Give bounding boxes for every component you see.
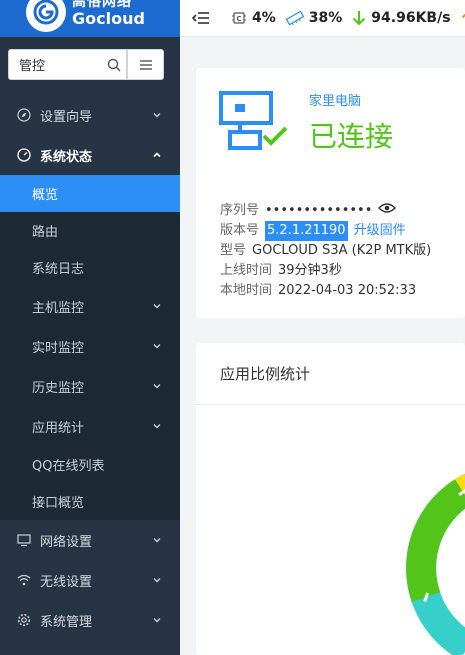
- sub-item-app-stats[interactable]: 应用统计: [0, 406, 180, 446]
- serial-label: 序列号: [220, 203, 260, 218]
- brand-name-en: Gocloud: [72, 8, 145, 28]
- nav-setup-wizard[interactable]: 设置向导: [0, 95, 180, 135]
- donut-segment-green[interactable]: [406, 479, 465, 602]
- version-row: 版本号 5.2.1.21190 升级固件: [220, 221, 431, 241]
- compass-icon: [16, 107, 32, 123]
- menu-search-input[interactable]: 管控: [8, 49, 128, 80]
- model-label: 型号: [220, 243, 247, 258]
- nav-system-management[interactable]: 系统管理: [0, 600, 180, 640]
- sub-item-label: 主机监控: [32, 300, 85, 316]
- arrow-down-icon: [353, 11, 366, 26]
- sub-item-label: 系统日志: [32, 262, 85, 277]
- nav-system-status[interactable]: 系统状态: [0, 135, 180, 175]
- upload-speed: [461, 10, 465, 26]
- app-stats-card: 应用比例统计: [196, 343, 465, 655]
- device-status-card: 家里电脑 已连接 序列号 •••••••••••••• 版本号 5.2.1.21…: [196, 68, 465, 318]
- chevron-down-icon: [153, 578, 161, 583]
- brand-name-cn: 高恪网络: [72, 0, 132, 10]
- serial-row: 序列号 ••••••••••••••: [220, 201, 431, 221]
- sub-item-label: 接口概览: [32, 496, 85, 511]
- chevron-down-icon: [153, 113, 161, 118]
- sub-item-system-log[interactable]: 系统日志: [0, 249, 180, 286]
- memory-value: 38%: [308, 10, 343, 26]
- cpu-value: 4%: [252, 10, 276, 26]
- sub-item-label: QQ在线列表: [32, 459, 105, 474]
- app-stats-title: 应用比例统计: [196, 343, 465, 405]
- memory-icon: [285, 11, 304, 25]
- nav-label: 无线设置: [40, 574, 93, 590]
- chevron-down-icon: [153, 538, 161, 543]
- sub-item-label: 实时监控: [32, 340, 85, 356]
- chevron-down-icon: [153, 304, 161, 309]
- download-speed: 94.96KB/s: [352, 10, 451, 26]
- sub-item-routing[interactable]: 路由: [0, 212, 180, 249]
- chevron-up-icon: [153, 152, 161, 158]
- search-icon[interactable]: [102, 58, 126, 72]
- sub-item-host-monitor[interactable]: 主机监控: [0, 286, 180, 326]
- menu-search-value: 管控: [19, 59, 46, 74]
- model-row: 型号 GOCLOUD S3A (K2P MTK版): [220, 241, 431, 261]
- sub-item-history-monitor[interactable]: 历史监控: [0, 366, 180, 406]
- chevron-down-icon: [153, 618, 161, 623]
- cpu-usage: C 4%: [231, 10, 276, 26]
- brand-header: 高恪网络 Gocloud: [0, 0, 180, 37]
- chevron-down-icon: [153, 384, 161, 389]
- nav-label: 系统管理: [40, 614, 93, 630]
- gocloud-logo-icon: [26, 0, 66, 32]
- sub-item-overview[interactable]: 概览: [0, 175, 180, 212]
- system-status-submenu: 概览 路由 系统日志 主机监控 实时监控 历史监控 应用统计 QQ在线列表 接口…: [0, 175, 180, 520]
- app-ratio-donut-chart: [406, 473, 465, 655]
- chevron-down-icon: [153, 344, 161, 349]
- sub-item-label: 路由: [32, 225, 59, 240]
- collapse-sidebar-icon[interactable]: [192, 11, 215, 25]
- gear-icon: [16, 612, 32, 628]
- nav-label: 设置向导: [40, 109, 93, 125]
- hamburger-icon: [139, 59, 152, 70]
- download-value: 94.96KB/s: [371, 10, 451, 26]
- sub-item-label: 历史监控: [32, 380, 85, 396]
- sub-item-label: 概览: [32, 188, 59, 203]
- svg-text:C: C: [236, 15, 241, 23]
- menu-toggle-button[interactable]: [127, 49, 164, 80]
- sidebar: 高恪网络 Gocloud 管控 设置向导 系统状态 概览 路由 系统日志 主机监…: [0, 0, 180, 655]
- cpu-icon: C: [232, 12, 246, 24]
- version-label: 版本号: [220, 223, 260, 238]
- uptime-value: 39分钟3秒: [278, 263, 342, 278]
- model-value: GOCLOUD S3A (K2P MTK版): [252, 243, 432, 258]
- sub-item-label: 应用统计: [32, 420, 85, 436]
- connection-status: 已连接: [309, 120, 394, 153]
- localtime-row: 本地时间 2022-04-03 20:52:33: [220, 281, 431, 301]
- dashboard-icon: [16, 147, 32, 163]
- device-name: 家里电脑: [309, 94, 362, 109]
- sub-item-realtime-monitor[interactable]: 实时监控: [0, 326, 180, 366]
- nav-label: 网络设置: [40, 534, 93, 550]
- device-info-list: 序列号 •••••••••••••• 版本号 5.2.1.21190 升级固件 …: [220, 201, 431, 301]
- monitor-icon: [16, 532, 32, 548]
- nav-label: 系统状态: [40, 149, 93, 165]
- uptime-label: 上线时间: [220, 263, 273, 278]
- serial-value: ••••••••••••••: [265, 203, 373, 218]
- localtime-value: 2022-04-03 20:52:33: [278, 283, 417, 298]
- version-value: 5.2.1.21190: [265, 221, 348, 241]
- sub-item-qq-online[interactable]: QQ在线列表: [0, 446, 180, 483]
- nav-network-settings[interactable]: 网络设置: [0, 520, 180, 560]
- upgrade-firmware-link[interactable]: 升级固件: [354, 221, 406, 241]
- eye-icon[interactable]: [378, 201, 397, 221]
- localtime-label: 本地时间: [220, 283, 273, 298]
- top-status-bar: C 4% 38% 94.96KB/s: [180, 0, 465, 37]
- computer-connected-icon: [219, 91, 288, 150]
- sub-item-interface-overview[interactable]: 接口概览: [0, 483, 180, 520]
- memory-usage: 38%: [285, 10, 343, 26]
- nav-wireless-settings[interactable]: 无线设置: [0, 560, 180, 600]
- chevron-down-icon: [153, 424, 161, 429]
- wifi-icon: [16, 572, 32, 588]
- arrow-up-icon: [461, 13, 465, 19]
- uptime-row: 上线时间 39分钟3秒: [220, 261, 431, 281]
